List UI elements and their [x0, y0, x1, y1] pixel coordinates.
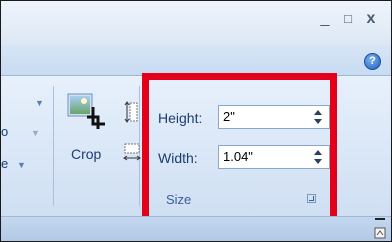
crop-icon[interactable] — [67, 93, 105, 129]
spinner-arrows-icon[interactable] — [313, 107, 323, 127]
ribbon-bottom-bar — [1, 216, 391, 241]
height-label: Height: — [158, 110, 203, 126]
group-separator — [53, 86, 54, 206]
dropdown-arrow-icon[interactable]: ▼ — [31, 128, 40, 138]
height-input[interactable]: 2" — [223, 109, 235, 124]
dropdown-arrow-icon[interactable]: ▼ — [17, 160, 26, 170]
dialog-launcher-icon[interactable] — [307, 194, 316, 203]
maximize-button[interactable]: □ — [338, 11, 358, 27]
close-button[interactable]: x — [361, 11, 381, 27]
width-label: Width: — [158, 150, 198, 166]
height-icon — [124, 101, 138, 123]
ribbon-tab-strip: ? — [1, 45, 391, 76]
size-group-label: Size — [166, 192, 192, 207]
spinner-arrows-icon[interactable] — [313, 147, 323, 167]
width-icon — [123, 143, 141, 161]
height-spinner[interactable]: 2" — [218, 105, 330, 129]
dropdown-arrow-icon[interactable]: ▼ — [35, 98, 44, 108]
width-spinner[interactable]: 1.04" — [218, 145, 330, 169]
crop-button[interactable]: Crop — [71, 146, 101, 162]
width-input[interactable]: 1.04" — [223, 149, 253, 164]
partial-command-label[interactable]: o — [1, 124, 8, 139]
scroll-marker-icon[interactable] — [373, 216, 387, 241]
partial-command-label[interactable]: e — [1, 156, 8, 171]
title-bar: _ □ x — [1, 1, 391, 45]
minimize-button[interactable]: _ — [315, 11, 335, 27]
help-icon[interactable]: ? — [364, 53, 381, 70]
window-frame: _ □ x ? ▼ o ▼ e ▼ Crop Height: 2" Width:… — [0, 0, 392, 242]
